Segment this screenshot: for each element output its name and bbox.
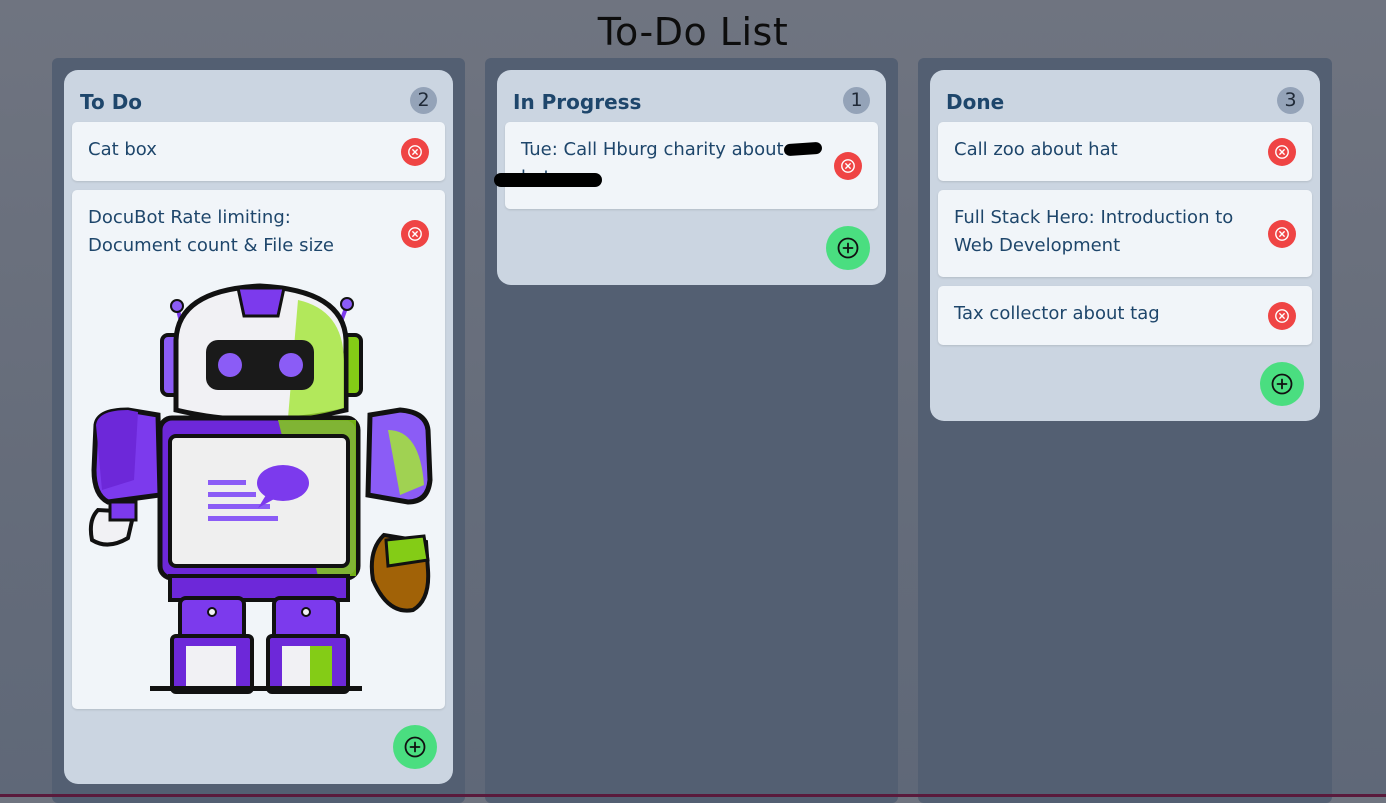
column-todo: To Do 2 Cat box DocuBot Rate limiting: D… — [64, 70, 453, 784]
task-text: Cat box — [88, 139, 157, 160]
page-title: To-Do List — [597, 10, 789, 54]
delete-task-button[interactable] — [401, 220, 429, 248]
task-card[interactable]: Call zoo about hat — [938, 122, 1312, 181]
close-circle-icon — [408, 145, 422, 159]
delete-task-button[interactable] — [1268, 220, 1296, 248]
delete-task-button[interactable] — [401, 138, 429, 166]
column-title: In Progress — [513, 90, 642, 114]
task-text: DocuBot Rate limiting: Document count & … — [88, 207, 334, 256]
task-text: Tax collector about tag — [954, 303, 1160, 324]
close-circle-icon — [408, 227, 422, 241]
plus-circle-icon — [837, 237, 859, 259]
close-circle-icon — [1275, 227, 1289, 241]
delete-task-button[interactable] — [1268, 302, 1296, 330]
add-task-button[interactable] — [826, 226, 870, 270]
task-card[interactable]: Tue: Call Hburg charity about hat — [505, 122, 878, 209]
close-circle-icon — [1275, 145, 1289, 159]
task-card[interactable]: Cat box — [72, 122, 445, 181]
column-title: Done — [946, 90, 1005, 114]
plus-circle-icon — [1271, 373, 1293, 395]
redaction-mark — [494, 173, 602, 187]
task-text: Full Stack Hero: Introduction to Web Dev… — [954, 207, 1234, 256]
task-card[interactable]: Tax collector about tag — [938, 286, 1312, 345]
task-card[interactable]: Full Stack Hero: Introduction to Web Dev… — [938, 190, 1312, 277]
count-badge: 2 — [410, 87, 437, 114]
delete-task-button[interactable] — [1268, 138, 1296, 166]
plus-circle-icon — [404, 736, 426, 758]
delete-task-button[interactable] — [834, 152, 862, 180]
task-card[interactable]: DocuBot Rate limiting: Document count & … — [72, 190, 445, 709]
count-badge: 3 — [1277, 87, 1304, 114]
task-text: Call zoo about hat — [954, 139, 1118, 160]
add-task-button[interactable] — [1260, 362, 1304, 406]
column-title: To Do — [80, 90, 143, 114]
count-badge: 1 — [843, 87, 870, 114]
robot-illustration — [88, 283, 433, 694]
close-circle-icon — [841, 159, 855, 173]
column-done: Done 3 Call zoo about hat Full Stack Her… — [930, 70, 1320, 421]
close-circle-icon — [1275, 309, 1289, 323]
add-task-button[interactable] — [393, 725, 437, 769]
